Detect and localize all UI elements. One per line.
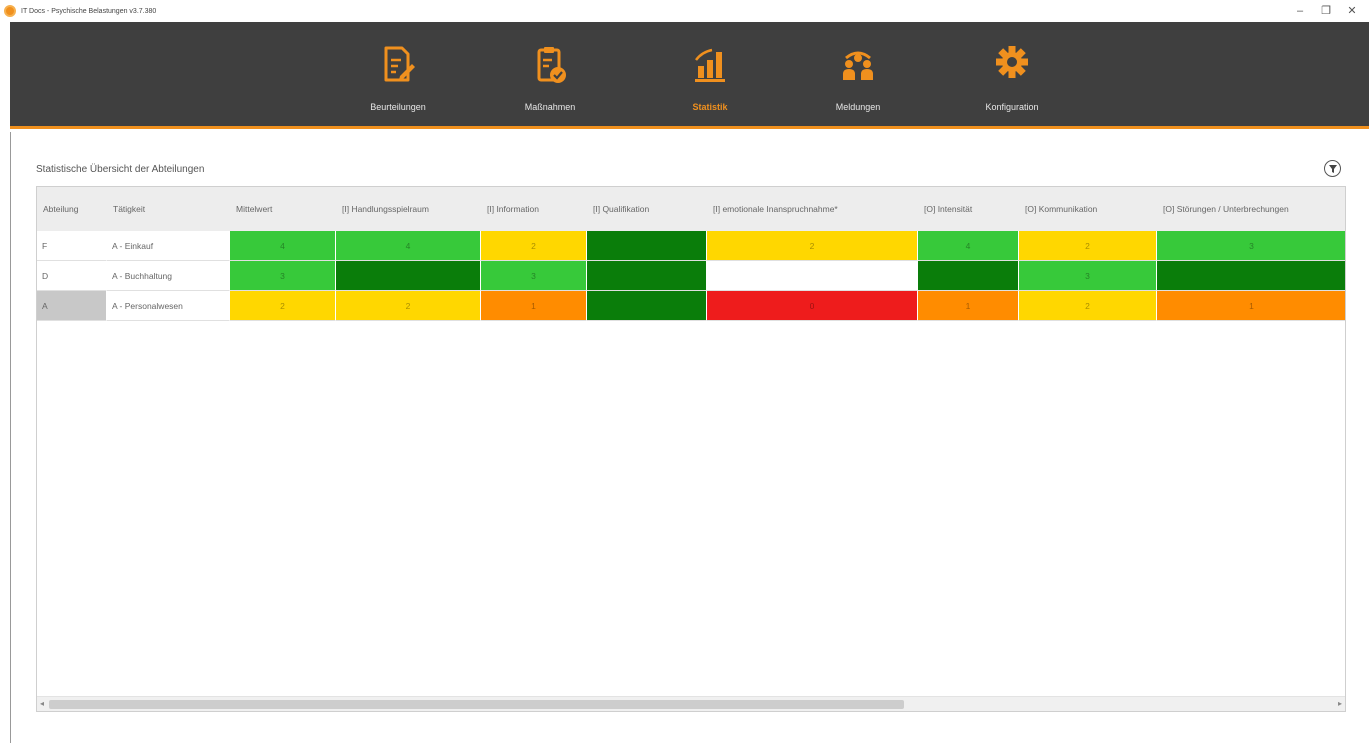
cell-score[interactable]: 3 [1157,231,1345,261]
cell-score[interactable]: 4 [230,231,336,261]
main-navigation: Beurteilungen Maßnahmen Statistik Meldun… [10,22,1369,129]
table-header: Abteilung Tätigkeit Mittelwert [I] Handl… [37,187,1345,231]
cell-score[interactable] [1157,261,1345,291]
cell-abteilung[interactable]: D [37,261,107,291]
window-controls: – ❐ ✕ [1287,2,1365,20]
cell-score[interactable]: 3 [1019,261,1157,291]
filter-button[interactable] [1324,160,1341,177]
nav-item-beurteilungen[interactable]: Beurteilungen [328,22,468,126]
cell-score[interactable]: 2 [336,291,481,321]
table-row[interactable]: AA - Personalwesen 2 2 1 0 1 2 1 [37,291,1345,321]
cell-score[interactable]: 3 [481,261,587,291]
cell-score[interactable] [336,261,481,291]
column-header-emotionale-inanspruchnahme[interactable]: [I] emotionale Inanspruchnahme* [707,187,918,231]
horizontal-scrollbar[interactable]: ◂ ▸ [37,696,1345,711]
cell-score[interactable] [707,261,918,291]
scroll-left-icon[interactable]: ◂ [40,699,44,708]
cell-score[interactable]: 3 [230,261,336,291]
scrollbar-thumb[interactable] [49,700,904,709]
nav-label: Beurteilungen [370,102,426,112]
cell-score[interactable]: 0 [707,291,918,321]
cell-score[interactable]: 2 [230,291,336,321]
nav-item-statistik[interactable]: Statistik [640,22,780,126]
filter-icon [1328,164,1337,173]
column-header-qualifikation[interactable]: [I] Qualifikation [587,187,707,231]
column-header-kommunikation[interactable]: [O] Kommunikation [1019,187,1157,231]
maximize-button[interactable]: ❐ [1313,2,1339,20]
statistics-table: Abteilung Tätigkeit Mittelwert [I] Handl… [36,186,1346,712]
cell-score[interactable]: 2 [1019,231,1157,261]
column-header-intensitaet[interactable]: [O] Intensität [918,187,1019,231]
document-edit-icon [384,46,415,82]
column-header-taetigkeit[interactable]: Tätigkeit [107,187,230,231]
window-title: IT Docs - Psychische Belastungen v3.7.38… [21,7,157,15]
cell-score[interactable]: 2 [1019,291,1157,321]
content-left-border [10,132,11,743]
table-row[interactable]: FA - Einkauf 4 4 2 2 4 2 3 [37,231,1345,261]
app-logo-icon [4,5,16,17]
cell-taetigkeit[interactable]: A - Einkauf [107,231,230,261]
cell-score[interactable]: 2 [707,231,918,261]
column-header-mittelwert[interactable]: Mittelwert [230,187,336,231]
window-title-bar: IT Docs - Psychische Belastungen v3.7.38… [0,0,1369,22]
cell-score[interactable]: 4 [336,231,481,261]
cell-score[interactable] [587,231,707,261]
table-row[interactable]: DA - Buchhaltung 3 3 3 [37,261,1345,291]
cell-score[interactable]: 1 [918,291,1019,321]
cell-abteilung[interactable]: A [37,291,107,321]
nav-item-meldungen[interactable]: Meldungen [788,22,928,126]
gear-icon [996,46,1028,78]
bar-chart-icon [695,48,725,82]
nav-item-konfiguration[interactable]: Konfiguration [942,22,1082,126]
nav-label: Maßnahmen [524,102,576,112]
cell-taetigkeit[interactable]: A - Buchhaltung [107,261,230,291]
column-header-abteilung[interactable]: Abteilung [37,187,107,231]
cell-score[interactable] [587,261,707,291]
nav-label: Meldungen [835,102,881,112]
cell-score[interactable] [918,261,1019,291]
people-icon [843,51,873,80]
cell-score[interactable]: 2 [481,231,587,261]
column-header-information[interactable]: [I] Information [481,187,587,231]
section-title: Statistische Übersicht der Abteilungen [36,164,205,175]
column-header-stoerungen[interactable]: [O] Störungen / Unterbrechungen [1157,187,1345,231]
column-header-handlungsspielraum[interactable]: [I] Handlungsspielraum [336,187,481,231]
cell-abteilung[interactable]: F [37,231,107,261]
nav-item-massnahmen[interactable]: Maßnahmen [480,22,620,126]
cell-score[interactable]: 4 [918,231,1019,261]
nav-label: Konfiguration [985,102,1039,112]
minimize-button[interactable]: – [1287,2,1313,20]
cell-score[interactable]: 1 [1157,291,1345,321]
cell-score[interactable]: 1 [481,291,587,321]
scroll-right-icon[interactable]: ▸ [1338,699,1342,708]
clipboard-check-icon [537,47,566,83]
nav-label-active: Statistik [692,102,728,112]
close-button[interactable]: ✕ [1339,2,1365,20]
cell-taetigkeit[interactable]: A - Personalwesen [107,291,230,321]
cell-score[interactable] [587,291,707,321]
